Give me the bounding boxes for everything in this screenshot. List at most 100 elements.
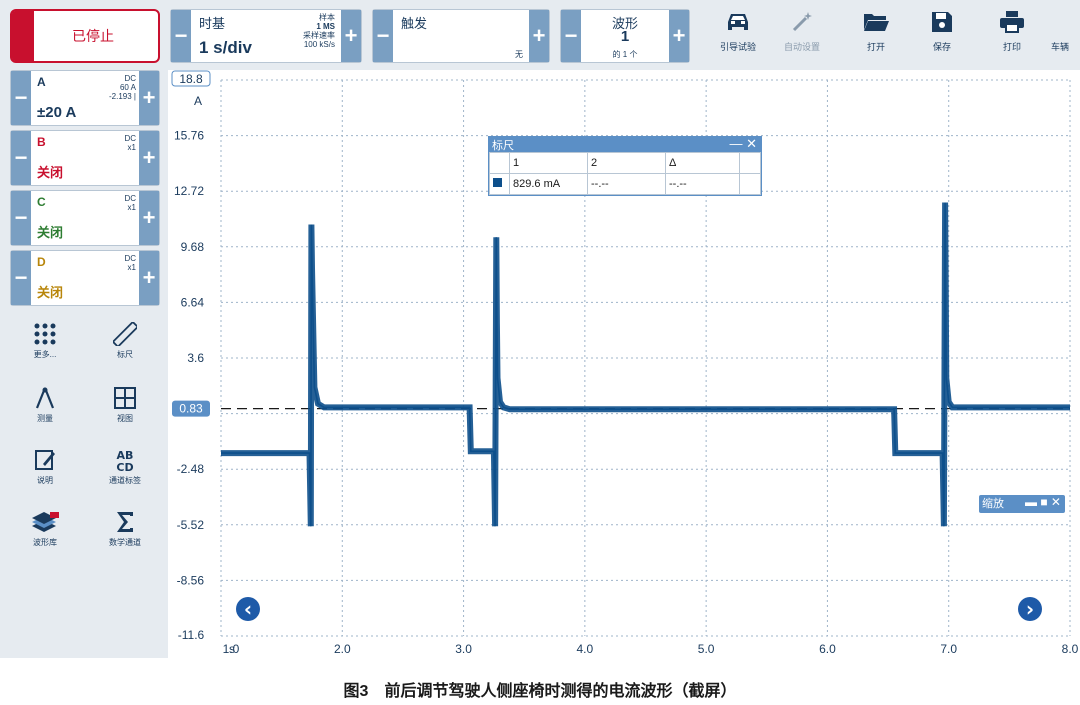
- stop-button[interactable]: 已停止: [10, 9, 160, 63]
- channel-c-minus-button[interactable]: −: [11, 191, 31, 245]
- y-unit-label: A: [194, 94, 202, 108]
- waveform-library-button[interactable]: 波形库: [10, 510, 80, 548]
- ruler-panel-header: 标尺 — ✕: [489, 136, 761, 152]
- x-tick-label: 2.0: [334, 642, 351, 656]
- timebase-samples: 样本 1 MS 采样速率 100 kS/s: [303, 13, 335, 49]
- channel-b-plus-button[interactable]: +: [139, 131, 159, 185]
- channel-c-info: DC x1: [124, 194, 136, 212]
- channel-a-info: DC 60 A -2.193 |: [109, 74, 136, 101]
- open-button[interactable]: 打开: [846, 8, 906, 62]
- zoom-overview-panel[interactable]: 缩放 ▬ ■ ✕: [979, 495, 1065, 513]
- vehicle-icon: [1046, 10, 1074, 34]
- vehicle-label: 车辆: [1050, 42, 1069, 52]
- channel-c[interactable]: − C DC x1 关闭 +: [10, 190, 160, 246]
- save-button[interactable]: 保存: [912, 8, 972, 62]
- folder-icon: [864, 14, 889, 31]
- channel-d-name: D: [37, 255, 46, 269]
- view-grid-icon: [114, 387, 136, 409]
- x-tick-label: 8.0: [1062, 642, 1079, 656]
- wand-icon: [792, 12, 812, 32]
- zoom-controls-icon[interactable]: ▬ ■ ✕: [1025, 495, 1061, 509]
- view-label: 视图: [117, 414, 133, 423]
- ruler-col-1: 1: [509, 152, 588, 174]
- figure-caption: 图3 前后调节驾驶人侧座椅时测得的电流波形（截屏）: [343, 683, 737, 700]
- ruler-panel[interactable]: 标尺 — ✕ 1 2 Δ 829.6 mA --.-- --.--: [488, 136, 762, 196]
- y-min-label: -11.6: [178, 628, 205, 642]
- guided-test-label: 引导试验: [719, 42, 756, 52]
- timebase-title: 时基: [199, 16, 226, 31]
- x-tick-label: 5.0: [698, 642, 715, 656]
- waveform-library-label: 波形库: [33, 538, 57, 547]
- channel-c-plus-button[interactable]: +: [139, 191, 159, 245]
- channel-a-plus-button[interactable]: +: [139, 71, 159, 125]
- measure-button[interactable]: 测量: [10, 386, 80, 424]
- auto-setup-button[interactable]: 自动设置: [772, 8, 832, 62]
- ruler-label: 标尺: [117, 350, 133, 359]
- ruler-table: 1 2 Δ 829.6 mA --.-- --.--: [489, 152, 761, 195]
- save-label: 保存: [932, 42, 951, 52]
- x-tick-label: 3.0: [455, 642, 472, 656]
- grid-dots-icon: [34, 323, 56, 345]
- auto-setup-label: 自动设置: [783, 42, 820, 52]
- channel-b-minus-button[interactable]: −: [11, 131, 31, 185]
- channel-d-plus-button[interactable]: +: [139, 251, 159, 305]
- math-channel-button[interactable]: 数学通道: [90, 510, 160, 548]
- channel-label-icon: ABCD: [116, 449, 133, 472]
- top-toolbar: 已停止 − 时基 1 s/div 样本 1 MS 采样速率 100 kS/s +…: [0, 0, 1080, 70]
- channel-d[interactable]: − D DC x1 关闭 +: [10, 250, 160, 306]
- ruler-icon: [113, 322, 137, 346]
- channel-a-minus-button[interactable]: −: [11, 71, 31, 125]
- timebase-control[interactable]: − 时基 1 s/div 样本 1 MS 采样速率 100 kS/s +: [170, 9, 362, 63]
- guided-test-button[interactable]: 引导试验: [708, 8, 768, 62]
- y-tick-label: 15.76: [174, 129, 204, 143]
- y-tick-label: 3.6: [187, 351, 204, 365]
- compass-icon: [35, 387, 55, 409]
- print-icon: [1000, 11, 1024, 33]
- view-button[interactable]: 视图: [90, 386, 160, 424]
- y-tick-label: 6.64: [181, 295, 205, 309]
- ruler-panel-title: 标尺: [492, 140, 514, 152]
- y-tick-label: 12.72: [174, 184, 204, 198]
- print-label: 打印: [1002, 42, 1021, 52]
- channel-d-info: DC x1: [124, 254, 136, 272]
- left-panel: − A DC 60 A -2.193 | ±20 A + − B DC x1 关闭 +…: [0, 70, 168, 658]
- zoom-label: 缩放: [982, 498, 1004, 510]
- x-unit-label: s: [229, 642, 235, 656]
- notes-button[interactable]: 说明: [10, 448, 80, 486]
- vehicle-button[interactable]: 车辆: [1040, 8, 1080, 62]
- waveform-plus-button[interactable]: +: [669, 10, 689, 62]
- channel-a[interactable]: − A DC 60 A -2.193 | ±20 A +: [10, 70, 160, 126]
- channel-d-state: 关闭: [37, 285, 64, 300]
- scroll-right-icon-glyph: ›: [1026, 597, 1034, 621]
- y-tick-label: 9.68: [181, 240, 205, 254]
- trigger-control[interactable]: − 触发 无 +: [372, 9, 550, 63]
- ruler-value-1: 829.6 mA: [509, 173, 588, 195]
- timebase-minus-button[interactable]: −: [171, 10, 191, 62]
- ruler-button[interactable]: 标尺: [90, 322, 160, 360]
- channel-b[interactable]: − B DC x1 关闭 +: [10, 130, 160, 186]
- ruler-value-2: --.--: [587, 173, 666, 195]
- timebase-value: 1 s/div: [199, 38, 252, 57]
- save-icon: [932, 12, 952, 32]
- channel-a-name: A: [37, 75, 46, 89]
- waveform-control[interactable]: − 波形 1 的 1 个 +: [560, 9, 690, 63]
- print-button[interactable]: 打印: [982, 8, 1042, 62]
- sigma-icon: [117, 512, 133, 532]
- ruler-value-delta: --.--: [665, 173, 740, 195]
- ruler-col-delta: Δ: [665, 152, 740, 174]
- more-button[interactable]: 更多...: [10, 322, 80, 360]
- trigger-mode: 无: [515, 50, 523, 59]
- measure-label: 测量: [37, 414, 53, 423]
- trigger-plus-button[interactable]: +: [529, 10, 549, 62]
- trigger-title: 触发: [401, 16, 428, 31]
- channel-b-info: DC x1: [124, 134, 136, 152]
- trigger-minus-button[interactable]: −: [373, 10, 393, 62]
- ruler-panel-close-icon[interactable]: — ✕: [729, 136, 757, 152]
- ruler-col-2: 2: [587, 152, 666, 174]
- ruler-channel-swatch: [493, 178, 502, 187]
- channel-d-minus-button[interactable]: −: [11, 251, 31, 305]
- scroll-left-icon-glyph: ‹: [244, 597, 252, 621]
- timebase-plus-button[interactable]: +: [341, 10, 361, 62]
- y-tick-label: -5.52: [177, 518, 205, 532]
- channel-labels-button[interactable]: AB CD 通道标签: [90, 448, 160, 486]
